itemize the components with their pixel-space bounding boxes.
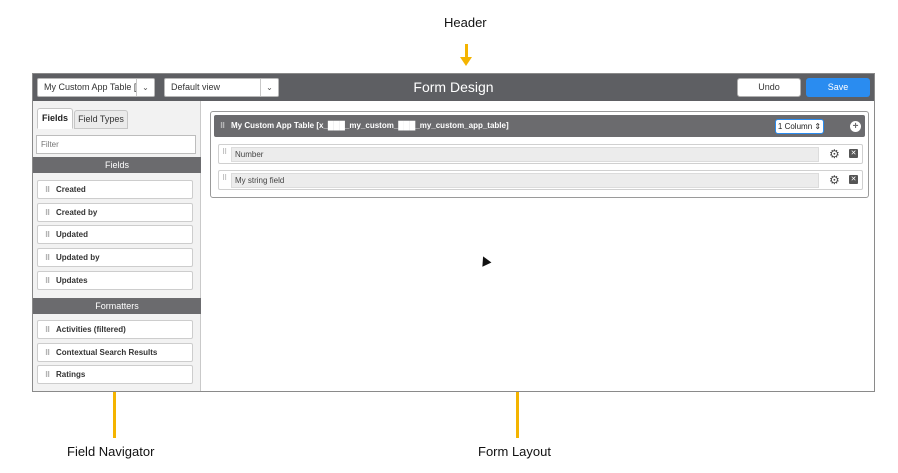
form-layout-annotation: Form Layout <box>478 444 551 459</box>
header-annotation: Header <box>444 15 487 30</box>
drag-handle-icon[interactable]: ⠿ <box>45 273 51 290</box>
field-item-created[interactable]: ⠿ Created <box>37 180 193 199</box>
close-icon[interactable]: ✕ <box>849 175 858 184</box>
drag-handle-icon[interactable]: ⠿ <box>45 250 51 267</box>
column-select[interactable]: 1 Column ⇕ <box>775 119 824 134</box>
drag-handle-icon[interactable]: ⠿ <box>45 345 51 362</box>
formatters-section-header: Formatters <box>33 298 201 314</box>
chevron-down-icon: ⌄ <box>260 79 278 96</box>
form-layout: ⠿ My Custom App Table [x_███_my_custom_██… <box>202 101 874 391</box>
form-designer-window: Form Design My Custom App Table [x_s ⌄ D… <box>32 73 875 392</box>
form-field-row[interactable]: ⠿ My string field ⚙ ✕ <box>218 170 863 190</box>
drag-handle-icon[interactable]: ⠿ <box>45 367 51 384</box>
section-title: My Custom App Table [x_███_my_custom_███… <box>231 121 509 130</box>
chevron-down-icon: ⌄ <box>136 79 154 96</box>
section-header[interactable]: ⠿ My Custom App Table [x_███_my_custom_██… <box>214 115 865 137</box>
mouse-cursor-icon <box>478 254 492 267</box>
fields-section-header: Fields <box>33 157 201 173</box>
gear-icon[interactable]: ⚙ <box>829 147 840 161</box>
filter-input[interactable] <box>36 135 196 154</box>
undo-button[interactable]: Undo <box>737 78 801 97</box>
formatter-item-ratings[interactable]: ⠿ Ratings <box>37 365 193 384</box>
drag-handle-icon[interactable]: ⠿ <box>222 148 228 156</box>
header-bar: Form Design My Custom App Table [x_s ⌄ D… <box>33 74 874 101</box>
drag-handle-icon[interactable]: ⠿ <box>45 182 51 199</box>
close-icon[interactable]: ✕ <box>849 149 858 158</box>
field-item-updated-by[interactable]: ⠿ Updated by <box>37 248 193 267</box>
view-select-value: Default view <box>171 82 221 92</box>
tab-fields[interactable]: Fields <box>37 108 73 129</box>
table-select-value: My Custom App Table [x_s <box>44 82 151 92</box>
form-section: ⠿ My Custom App Table [x_███_my_custom_██… <box>210 111 869 198</box>
save-button[interactable]: Save <box>806 78 870 97</box>
field-item-created-by[interactable]: ⠿ Created by <box>37 203 193 222</box>
add-section-icon[interactable]: + <box>850 121 861 132</box>
drag-handle-icon[interactable]: ⠿ <box>45 205 51 222</box>
field-navigator-annotation: Field Navigator <box>67 444 155 459</box>
view-select[interactable]: Default view ⌄ <box>164 78 279 97</box>
table-select[interactable]: My Custom App Table [x_s ⌄ <box>37 78 155 97</box>
form-field-label: My string field <box>231 173 819 188</box>
form-field-label: Number <box>231 147 819 162</box>
tab-field-types[interactable]: Field Types <box>74 110 128 129</box>
drag-handle-icon[interactable]: ⠿ <box>222 174 228 182</box>
gear-icon[interactable]: ⚙ <box>829 173 840 187</box>
drag-handle-icon[interactable]: ⠿ <box>45 227 51 244</box>
form-field-row[interactable]: ⠿ Number ⚙ ✕ <box>218 144 863 164</box>
field-navigator: Fields Field Types Fields ⠿Created ⠿Crea… <box>33 101 201 391</box>
drag-handle-icon[interactable]: ⠿ <box>220 116 226 138</box>
formatter-item-activities[interactable]: ⠿ Activities (filtered) <box>37 320 193 339</box>
formatter-item-contextual-search[interactable]: ⠿ Contextual Search Results <box>37 343 193 362</box>
field-item-updated[interactable]: ⠿ Updated <box>37 225 193 244</box>
updown-icon: ⇕ <box>814 122 822 131</box>
drag-handle-icon[interactable]: ⠿ <box>45 322 51 339</box>
field-item-updates[interactable]: ⠿ Updates <box>37 271 193 290</box>
